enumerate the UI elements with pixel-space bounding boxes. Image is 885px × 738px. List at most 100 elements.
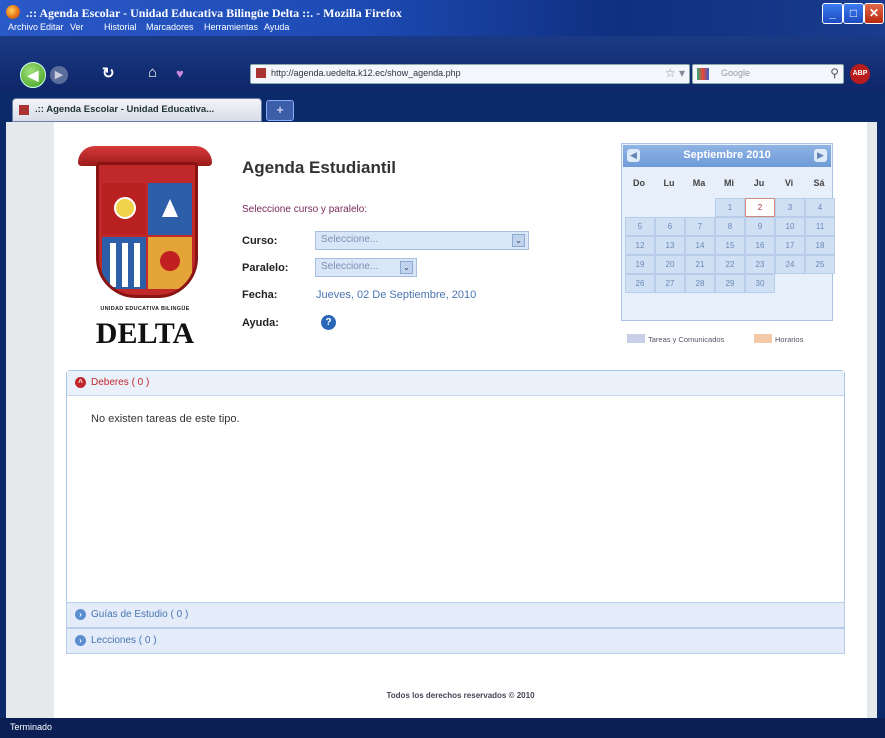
- menu-bar: Archivo Editar Ver Historial Marcadores …: [0, 20, 885, 36]
- fecha-value: Jueves, 02 De Septiembre, 2010: [316, 289, 477, 301]
- calendar-day[interactable]: 9: [745, 217, 775, 236]
- paralelo-select-value: Seleccione...: [321, 261, 379, 272]
- calendar-day[interactable]: 23: [745, 255, 775, 274]
- calendar-day[interactable]: 3: [775, 198, 805, 217]
- curso-select[interactable]: Seleccione... ⌄: [315, 231, 529, 250]
- search-placeholder[interactable]: Google: [721, 68, 750, 78]
- weekday-label: Do: [633, 178, 645, 188]
- expand-icon[interactable]: ›: [75, 609, 86, 620]
- paralelo-select[interactable]: Seleccione... ⌄: [315, 258, 417, 277]
- calendar: ◀ Septiembre 2010 ▶ Do Lu Ma Mi Ju Vi Sá 1 2 3 4 5 6…: [621, 143, 835, 321]
- weekday-label: Sá: [813, 178, 825, 188]
- calendar-day[interactable]: 19: [625, 255, 655, 274]
- new-tab-button[interactable]: +: [266, 100, 294, 121]
- legend-label-tareas: Tareas y Comunicados: [648, 335, 725, 344]
- chevron-down-icon[interactable]: ⌄: [400, 261, 413, 274]
- calendar-day[interactable]: 7: [685, 217, 715, 236]
- calendar-day[interactable]: 1: [715, 198, 745, 217]
- firefox-icon: [6, 5, 20, 19]
- window-title: .:: Agenda Escolar - Unidad Educativa Bi…: [26, 6, 402, 20]
- weekday-label: Mi: [724, 178, 734, 188]
- empty-message: No existen tareas de este tipo.: [91, 413, 240, 425]
- calendar-day[interactable]: 12: [625, 236, 655, 255]
- tab-agenda-escolar[interactable]: .:: Agenda Escolar - Unidad Educativa...: [12, 98, 262, 122]
- instruction-text: Seleccione curso y paralelo:: [242, 204, 368, 215]
- calendar-day[interactable]: 18: [805, 236, 835, 255]
- expand-icon[interactable]: ›: [75, 635, 86, 646]
- deberes-panel: ^ Deberes ( 0 ) No existen tareas de est…: [66, 370, 845, 604]
- calendar-day[interactable]: 16: [745, 236, 775, 255]
- calendar-day[interactable]: 24: [775, 255, 805, 274]
- browser-viewport: UNIDAD EDUCATIVA BILINGÜE DELTA Agenda E…: [6, 122, 877, 718]
- guias-accordion[interactable]: › Guías de Estudio ( 0 ): [66, 602, 845, 628]
- calendar-day[interactable]: 22: [715, 255, 745, 274]
- calendar-day[interactable]: 28: [685, 274, 715, 293]
- legend-label-horarios: Horarios: [775, 335, 804, 344]
- calendar-day[interactable]: 25: [805, 255, 835, 274]
- legend-swatch-horarios: [754, 334, 772, 343]
- site-favicon-icon: [256, 68, 266, 78]
- url-text[interactable]: http://agenda.uedelta.k12.ec/show_agenda…: [271, 68, 461, 78]
- search-bar[interactable]: Google ⚲: [692, 64, 844, 84]
- deberes-panel-header[interactable]: ^ Deberes ( 0 ): [67, 371, 844, 396]
- calendar-day-today[interactable]: 2: [745, 198, 775, 217]
- calendar-day[interactable]: 13: [655, 236, 685, 255]
- ayuda-label: Ayuda:: [242, 317, 279, 329]
- calendar-day[interactable]: 26: [625, 274, 655, 293]
- calendar-next-icon[interactable]: ▶: [814, 149, 827, 162]
- lecciones-accordion[interactable]: › Lecciones ( 0 ): [66, 628, 845, 654]
- help-icon[interactable]: ?: [321, 315, 336, 330]
- guias-title[interactable]: Guías de Estudio ( 0 ): [91, 609, 188, 620]
- menu-historial[interactable]: Historial: [104, 22, 137, 32]
- curso-select-value: Seleccione...: [321, 234, 379, 245]
- menu-archivo[interactable]: Archivo: [8, 22, 38, 32]
- forward-arrow-icon[interactable]: ▶: [50, 66, 68, 84]
- weekday-label: Lu: [663, 178, 675, 188]
- calendar-day[interactable]: 5: [625, 217, 655, 236]
- menu-ayuda[interactable]: Ayuda: [264, 22, 289, 32]
- calendar-day[interactable]: 8: [715, 217, 745, 236]
- page-title: Agenda Estudiantil: [242, 158, 396, 177]
- curso-label: Curso:: [242, 235, 278, 247]
- lecciones-title[interactable]: Lecciones ( 0 ): [91, 635, 157, 646]
- calendar-day[interactable]: 21: [685, 255, 715, 274]
- menu-marcadores[interactable]: Marcadores: [146, 22, 194, 32]
- calendar-day[interactable]: 29: [715, 274, 745, 293]
- home-icon[interactable]: ⌂: [148, 64, 157, 81]
- calendar-day[interactable]: 6: [655, 217, 685, 236]
- page-content: UNIDAD EDUCATIVA BILINGÜE DELTA Agenda E…: [54, 122, 867, 718]
- school-name-small: UNIDAD EDUCATIVA BILINGÜE: [100, 306, 190, 312]
- calendar-day[interactable]: 27: [655, 274, 685, 293]
- url-bar[interactable]: http://agenda.uedelta.k12.ec/show_agenda…: [250, 64, 690, 84]
- calendar-day[interactable]: 14: [685, 236, 715, 255]
- school-name-big: DELTA: [95, 317, 195, 350]
- status-bar: Terminado: [0, 718, 885, 738]
- deberes-title[interactable]: Deberes ( 0 ): [91, 377, 149, 388]
- google-logo-icon[interactable]: [697, 68, 709, 80]
- adblock-plus-icon[interactable]: ABP: [850, 64, 870, 84]
- paralelo-label: Paralelo:: [242, 262, 289, 274]
- calendar-month-title: Septiembre 2010: [683, 149, 771, 161]
- weekday-label: Ma: [692, 178, 706, 188]
- calendar-day[interactable]: 20: [655, 255, 685, 274]
- menu-herramientas[interactable]: Herramientas: [204, 22, 258, 32]
- calendar-day[interactable]: 30: [745, 274, 775, 293]
- footer-copyright: Todos los derechos reservados © 2010: [386, 691, 535, 700]
- menu-ver[interactable]: Ver: [70, 22, 84, 32]
- calendar-day[interactable]: 17: [775, 236, 805, 255]
- menu-editar[interactable]: Editar: [40, 22, 64, 32]
- fecha-label: Fecha:: [242, 289, 278, 301]
- weekday-label: Ju: [753, 178, 765, 188]
- calendar-day[interactable]: 11: [805, 217, 835, 236]
- calendar-day[interactable]: 4: [805, 198, 835, 217]
- bookmark-icon[interactable]: ♥: [176, 66, 184, 81]
- star-icon[interactable]: ☆ ▾: [665, 66, 685, 80]
- calendar-day[interactable]: 15: [715, 236, 745, 255]
- back-arrow-icon[interactable]: ◀: [20, 62, 46, 88]
- reload-icon[interactable]: ↻: [102, 64, 115, 82]
- calendar-day[interactable]: 10: [775, 217, 805, 236]
- collapse-icon[interactable]: ^: [75, 377, 86, 388]
- chevron-down-icon[interactable]: ⌄: [512, 234, 525, 247]
- status-text: Terminado: [10, 722, 53, 732]
- search-icon[interactable]: ⚲: [830, 66, 839, 80]
